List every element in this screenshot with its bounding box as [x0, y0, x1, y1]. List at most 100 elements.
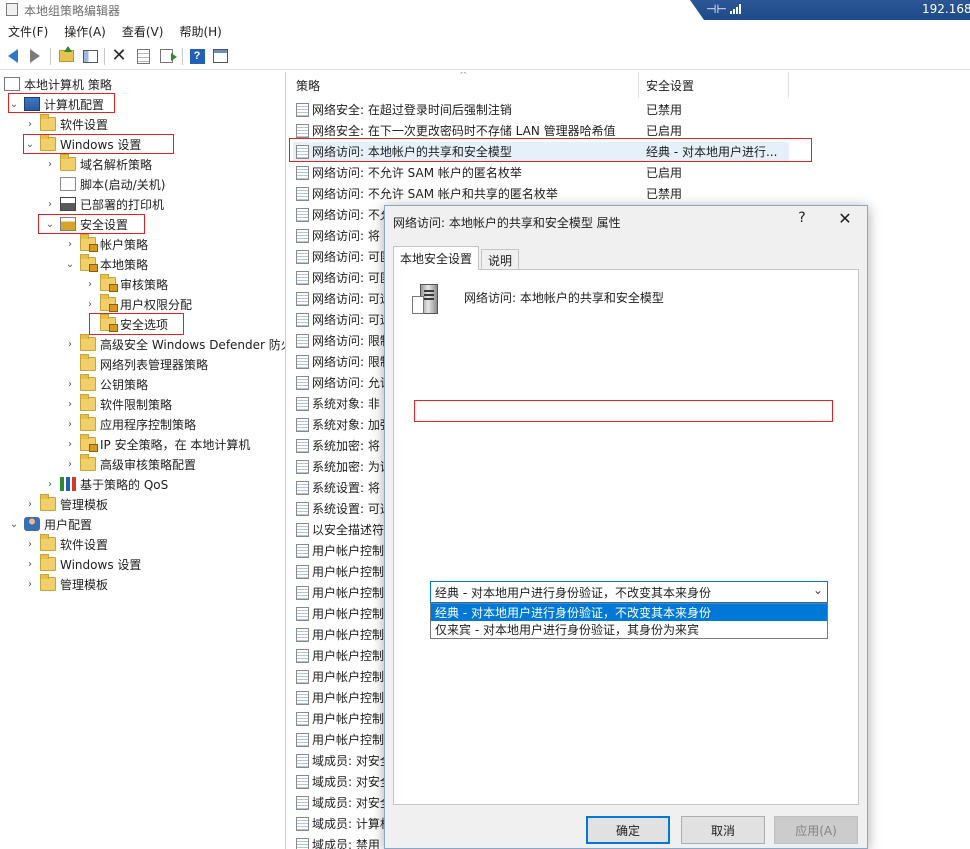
tree-item[interactable]: › 基于策略的 QoS: [44, 474, 168, 494]
tree-item[interactable]: ⌄ Windows 设置: [24, 134, 141, 154]
cancel-button[interactable]: 取消: [681, 816, 765, 844]
tree-item[interactable]: › 软件设置: [24, 534, 108, 554]
tree-item[interactable]: ⌄ 用户配置: [8, 514, 92, 534]
menu-view[interactable]: 查看(V): [114, 21, 172, 41]
tree-item[interactable]: › IP 安全策略，在 本地计算机: [64, 434, 250, 454]
policy-row[interactable]: 网络访问: 本地帐户的共享和安全模型 经典 - 对本地用户进行...: [287, 141, 970, 162]
dropdown-option-classic[interactable]: 经典 - 对本地用户进行身份验证，不改变其本来身份: [431, 604, 827, 621]
policy-row[interactable]: 网络安全: 在下一次更改密码时不存储 LAN 管理器哈希值 已启用: [287, 120, 970, 141]
chevron-right-icon[interactable]: ›: [44, 158, 56, 170]
tree-item[interactable]: ⌄ 安全设置: [44, 214, 128, 234]
delete-icon[interactable]: ✕: [110, 47, 128, 65]
back-icon[interactable]: [4, 47, 22, 65]
properties-icon[interactable]: [134, 47, 152, 65]
folder-icon: [40, 574, 56, 591]
policy-item-icon: [296, 606, 309, 621]
tree-item[interactable]: › 帐户策略: [64, 234, 148, 254]
properties-dialog: 网络访问: 本地帐户的共享和安全模型 属性 ? ✕ 本地安全设置 说明 网络访问…: [384, 205, 868, 849]
sharing-model-select[interactable]: 经典 - 对本地用户进行身份验证，不改变其本来身份 ⌄: [430, 581, 828, 603]
policy-item-icon: [296, 186, 309, 201]
chevron-right-icon[interactable]: ›: [64, 378, 76, 390]
tree-item[interactable]: 脚本(启动/关机): [44, 174, 165, 194]
chevron-right-icon[interactable]: ›: [44, 478, 56, 490]
tree-item[interactable]: › 软件限制策略: [64, 394, 172, 414]
column-header-setting[interactable]: 安全设置: [639, 72, 789, 98]
chevron-right-icon[interactable]: ›: [64, 238, 76, 250]
chevron-right-icon[interactable]: ›: [84, 298, 96, 310]
tree-item[interactable]: › 管理模板: [24, 574, 108, 594]
chevron-right-icon[interactable]: ›: [44, 198, 56, 210]
show-hide-tree-icon[interactable]: [81, 47, 99, 65]
remote-connection-bar[interactable]: ⊣⊢ 192.168.: [690, 0, 970, 20]
policy-item-icon: [296, 774, 309, 789]
chevron-right-icon[interactable]: ›: [64, 338, 76, 350]
folder-lock-icon: [80, 254, 98, 272]
chevron-down-icon[interactable]: ⌄: [24, 138, 36, 150]
tree-item[interactable]: › Windows 设置: [24, 554, 141, 574]
dropdown-option-guest-only[interactable]: 仅来宾 - 对本地用户进行身份验证，其身份为来宾: [431, 621, 827, 638]
tree-item[interactable]: › 管理模板: [24, 494, 108, 514]
tree-item[interactable]: › 公钥策略: [64, 374, 148, 394]
help-question-icon[interactable]: ?: [794, 210, 810, 226]
up-folder-icon[interactable]: [57, 46, 75, 65]
chevron-right-icon[interactable]: ›: [64, 438, 76, 450]
tree-pane: 本地计算机 策略 ⌄ 计算机配置 › 软件设置 ⌄ Windows 设置 › 域名解析策略 脚本(…: [0, 72, 286, 849]
tree-item[interactable]: › 域名解析策略: [44, 154, 152, 174]
tree-item[interactable]: › 高级安全 Windows Defender 防火: [64, 334, 285, 354]
column-header-policy[interactable]: 策略 ^: [287, 72, 639, 98]
show-pane-icon[interactable]: [211, 47, 229, 65]
chevron-down-icon[interactable]: ⌄: [8, 518, 20, 530]
chevron-right-icon[interactable]: ›: [24, 118, 36, 130]
tab-explain[interactable]: 说明: [481, 249, 520, 271]
apply-button[interactable]: 应用(A): [774, 816, 858, 844]
folder-lock-icon: [100, 314, 118, 332]
chevron-right-icon[interactable]: ›: [24, 558, 36, 570]
chevron-down-icon[interactable]: ⌄: [44, 218, 56, 230]
policy-name: 网络访问: 限制: [312, 355, 392, 369]
forward-icon[interactable]: [26, 47, 44, 65]
tree-item[interactable]: › 已部署的打印机: [44, 194, 164, 214]
tree-item[interactable]: ⌄ 计算机配置: [8, 94, 104, 114]
chevron-right-icon[interactable]: ›: [64, 418, 76, 430]
tab-local-security-setting[interactable]: 本地安全设置: [393, 246, 480, 270]
tree-item[interactable]: › 软件设置: [24, 114, 108, 134]
chevron-down-icon[interactable]: ⌄: [64, 258, 76, 270]
tree-item-label: 应用程序控制策略: [100, 417, 197, 432]
policy-item-icon: [296, 522, 309, 537]
policy-row[interactable]: 网络访问: 不允许 SAM 帐户和共享的匿名枚举 已禁用: [287, 183, 970, 204]
export-list-icon[interactable]: [157, 47, 177, 65]
tree-item[interactable]: › 用户权限分配: [84, 294, 192, 314]
chevron-right-icon[interactable]: ›: [64, 398, 76, 410]
menu-file[interactable]: 文件(F): [0, 21, 56, 41]
menu-action[interactable]: 操作(A): [56, 21, 114, 41]
chevron-right-icon[interactable]: ›: [24, 498, 36, 510]
tree-item[interactable]: 本地计算机 策略: [4, 74, 112, 94]
close-icon[interactable]: ✕: [835, 209, 855, 228]
policy-row[interactable]: 网络安全: 在超过登录时间后强制注销 已禁用: [287, 99, 970, 120]
tree-item[interactable]: › 审核策略: [84, 274, 168, 294]
tree-item[interactable]: 网络列表管理器策略: [64, 354, 208, 374]
help-icon[interactable]: ?: [188, 47, 206, 65]
column-header-setting-label: 安全设置: [646, 78, 695, 93]
tree-item[interactable]: › 应用程序控制策略: [64, 414, 196, 434]
tree-item[interactable]: ⌄ 本地策略: [64, 254, 148, 274]
ok-button[interactable]: 确定: [586, 816, 670, 844]
chevron-down-icon[interactable]: ⌄: [813, 583, 823, 597]
chevron-right-icon[interactable]: ›: [84, 278, 96, 290]
chevron-right-icon[interactable]: ›: [24, 578, 36, 590]
chevron-right-icon[interactable]: ›: [64, 458, 76, 470]
toolbar-separator: [104, 48, 105, 65]
tree-item[interactable]: › 高级审核策略配置: [64, 454, 196, 474]
tree-item[interactable]: 安全选项: [84, 314, 168, 334]
policy-row[interactable]: 网络访问: 不允许 SAM 帐户的匿名枚举 已启用: [287, 162, 970, 183]
pin-icon[interactable]: ⊣⊢: [706, 2, 727, 16]
policy-name: 用户帐户控制: [312, 649, 385, 663]
chevron-down-icon[interactable]: ⌄: [8, 98, 20, 110]
menu-help[interactable]: 帮助(H): [171, 21, 229, 41]
server-icon: [412, 284, 440, 318]
folder-icon: [80, 454, 96, 471]
chevron-right-icon[interactable]: ›: [24, 538, 36, 550]
tree-item-label: 用户配置: [44, 517, 93, 532]
policy-name: 域成员: 对安全: [312, 775, 392, 789]
